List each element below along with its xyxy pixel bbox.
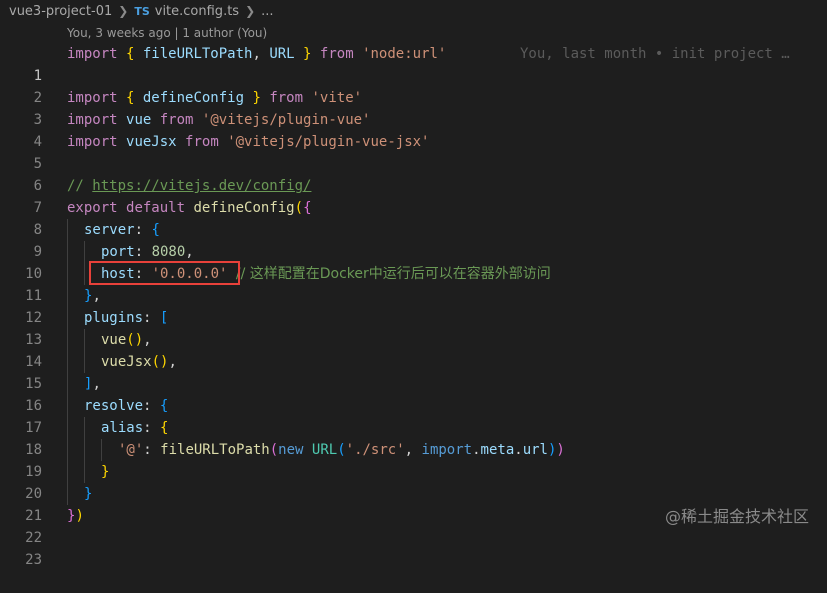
git-codelens[interactable]: You, 3 weeks ago | 1 author (You) (67, 23, 267, 43)
line-content[interactable]: }) (67, 505, 84, 527)
indent-guide (84, 351, 85, 373)
typescript-file-icon: TS (134, 4, 150, 18)
line-content[interactable]: import vueJsx from '@vitejs/plugin-vue-j… (67, 131, 429, 153)
line-number: 23 (25, 552, 42, 568)
code-line: 19 '@': fileURLToPath(new URL('./src', i… (0, 439, 827, 480)
indent-guide (67, 417, 68, 439)
code-line: 21 } (0, 483, 827, 524)
code-line: 6 (0, 153, 827, 194)
code-line: 23 (0, 527, 827, 568)
line-content[interactable]: plugins: [ (84, 307, 168, 329)
indent-guide (84, 241, 85, 263)
code-line: 1 import { fileURLToPath, URL } from 'no… (0, 43, 827, 84)
breadcrumb-more[interactable]: ... (261, 4, 273, 19)
indent-guide (67, 285, 68, 307)
indent-guide (67, 219, 68, 241)
chevron-right-icon: ❯ (118, 4, 129, 18)
line-content[interactable]: ], (84, 373, 101, 395)
code-line: 8 export default defineConfig({ (0, 197, 827, 238)
indent-guide (67, 329, 68, 351)
line-content[interactable]: '@': fileURLToPath(new URL('./src', impo… (118, 439, 565, 461)
line-content[interactable]: import { defineConfig } from 'vite' (67, 87, 362, 109)
code-line: 7 // https://vitejs.dev/config/ (0, 175, 827, 216)
indent-guide (67, 373, 68, 395)
indent-guide (67, 307, 68, 329)
code-line: 20 } (0, 461, 827, 502)
line-content[interactable]: resolve: { (84, 395, 168, 417)
code-line: 2 (0, 65, 827, 106)
line-content[interactable]: alias: { (101, 417, 168, 439)
code-line: 10 port: 8080, (0, 241, 827, 282)
inline-blame: You, last month • init project … (520, 46, 790, 62)
line-content[interactable]: import vue from '@vitejs/plugin-vue' (67, 109, 370, 131)
code-line: 9 server: { (0, 219, 827, 260)
indent-guide (84, 461, 85, 483)
code-line: 17 resolve: { (0, 395, 827, 436)
indent-guide (67, 461, 68, 483)
line-content[interactable]: import { fileURLToPath, URL } from 'node… (67, 43, 446, 65)
annotation-highlight-box (89, 261, 240, 285)
chevron-right-icon: ❯ (245, 4, 256, 18)
code-line: 15 vueJsx(), (0, 351, 827, 392)
indent-guide (67, 483, 68, 505)
code-line: 4 import vue from '@vitejs/plugin-vue' (0, 109, 827, 150)
indent-guide (67, 263, 68, 285)
code-line: 16 ], (0, 373, 827, 414)
code-line: 18 alias: { (0, 417, 827, 458)
line-content[interactable]: port: 8080, (101, 241, 194, 263)
breadcrumb-folder[interactable]: vue3-project-01 (9, 4, 112, 19)
breadcrumb-file[interactable]: vite.config.ts (155, 4, 239, 19)
code-editor[interactable]: 1 import { fileURLToPath, URL } from 'no… (0, 43, 827, 568)
indent-guide (84, 263, 85, 285)
code-line: 3 import { defineConfig } from 'vite' (0, 87, 827, 128)
code-line: 5 import vueJsx from '@vitejs/plugin-vue… (0, 131, 827, 172)
code-line: 13 plugins: [ (0, 307, 827, 348)
indent-guide (84, 329, 85, 351)
watermark: @稀土掘金技术社区 (664, 507, 809, 526)
line-content[interactable]: server: { (84, 219, 160, 241)
breadcrumb: vue3-project-01 ❯ TS vite.config.ts ❯ ..… (0, 0, 827, 22)
indent-guide (67, 439, 68, 461)
indent-guide (67, 351, 68, 373)
line-content[interactable]: vue(), (101, 329, 152, 351)
line-content[interactable]: // https://vitejs.dev/config/ (67, 175, 311, 197)
code-line: 12 }, (0, 285, 827, 326)
line-content[interactable]: export default defineConfig({ (67, 197, 312, 219)
code-line: 14 vue(), (0, 329, 827, 370)
indent-guide (67, 241, 68, 263)
line-content[interactable]: vueJsx(), (101, 351, 177, 373)
indent-guide (84, 417, 85, 439)
line-content[interactable]: } (101, 461, 109, 483)
indent-guide (67, 395, 68, 417)
line-content[interactable]: } (84, 483, 92, 505)
indent-guide (101, 439, 102, 461)
indent-guide (84, 439, 85, 461)
docs-link[interactable]: https://vitejs.dev/config/ (92, 178, 311, 194)
line-content[interactable]: }, (84, 285, 101, 307)
